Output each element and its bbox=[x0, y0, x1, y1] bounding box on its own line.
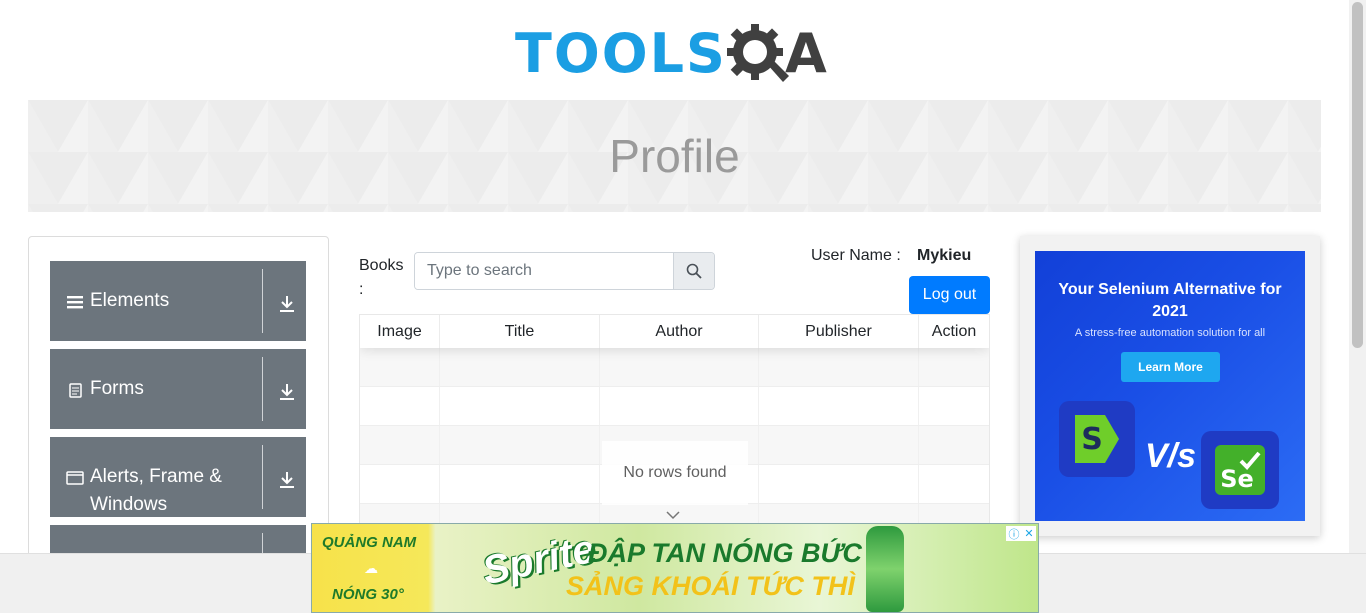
column-header-title[interactable]: Title bbox=[440, 315, 600, 348]
scrollbar[interactable] bbox=[1349, 0, 1366, 553]
search-button[interactable] bbox=[673, 253, 714, 289]
search-icon bbox=[686, 263, 702, 279]
window-icon bbox=[66, 471, 84, 485]
ad-location: QUẢNG NAM bbox=[322, 534, 417, 551]
sprite-bottle-image bbox=[866, 526, 904, 612]
menu-group-label: Elements bbox=[90, 290, 170, 311]
divider bbox=[262, 269, 263, 333]
ad-weather: NÓNG 30° bbox=[332, 586, 404, 603]
column-header-author[interactable]: Author bbox=[600, 315, 759, 348]
table-row bbox=[360, 387, 989, 426]
page-banner: Profile bbox=[28, 100, 1321, 212]
ad-subtitle: A stress-free automation solution for al… bbox=[1074, 327, 1266, 339]
s-logo-icon: S bbox=[1075, 415, 1119, 463]
ad-line-1: ĐẬP TAN NÓNG BỨC bbox=[588, 538, 862, 568]
download-arrow-icon bbox=[280, 472, 294, 488]
search-box bbox=[414, 252, 715, 290]
chevron-down-icon[interactable] bbox=[666, 508, 680, 522]
search-input[interactable] bbox=[415, 253, 674, 289]
gear-icon bbox=[727, 24, 789, 82]
download-arrow-icon bbox=[280, 384, 294, 400]
logo-tools-text: TOOLS bbox=[515, 22, 727, 85]
bottom-ad-banner[interactable]: QUẢNG NAM ☁ NÓNG 30° Sprite ĐẬP TAN NÓNG… bbox=[311, 523, 1039, 613]
close-icon[interactable]: ✕ bbox=[1024, 527, 1033, 540]
download-arrow-icon bbox=[280, 296, 294, 312]
left-panel: Elements Forms Alerts, Frame & Windows bbox=[28, 236, 329, 566]
svg-text:S: S bbox=[1081, 422, 1103, 457]
learn-more-button[interactable]: Learn More bbox=[1121, 352, 1220, 382]
info-icon[interactable]: ⓘ bbox=[1008, 526, 1019, 542]
cloud-icon: ☁ bbox=[364, 560, 378, 576]
username-label: User Name : bbox=[811, 247, 901, 264]
toolsqa-logo[interactable]: TOOLS A bbox=[515, 16, 840, 92]
menu-group-elements[interactable]: Elements bbox=[50, 261, 306, 341]
table-header: Image Title Author Publisher Action bbox=[360, 315, 989, 348]
books-table: Image Title Author Publisher Action No r… bbox=[359, 314, 990, 524]
page: TOOLS A Profile Elements Forms Alerts, F… bbox=[0, 0, 1366, 613]
page-title: Profile bbox=[609, 130, 740, 182]
table-row bbox=[360, 348, 989, 387]
username-value: Mykieu bbox=[917, 247, 972, 264]
column-header-publisher[interactable]: Publisher bbox=[759, 315, 919, 348]
menu-group-label: Forms bbox=[90, 378, 144, 399]
ad-vs-text: V/s bbox=[1145, 437, 1197, 475]
svg-text:Se: Se bbox=[1220, 465, 1254, 493]
right-ad[interactable]: Your Selenium Alternative for 2021 A str… bbox=[1035, 251, 1305, 521]
ad-left-logo: S bbox=[1059, 401, 1135, 477]
books-label: Books : bbox=[359, 257, 404, 298]
no-rows-message: No rows found bbox=[602, 441, 748, 505]
menu-group-alerts[interactable]: Alerts, Frame & Windows bbox=[50, 437, 306, 517]
logout-button[interactable]: Log out bbox=[909, 276, 990, 314]
scrollbar-thumb[interactable] bbox=[1352, 2, 1363, 348]
divider bbox=[262, 445, 263, 509]
ad-headline: Your Selenium Alternative for 2021 bbox=[1058, 281, 1282, 320]
column-header-image[interactable]: Image bbox=[360, 315, 440, 348]
ad-right-logo: Se bbox=[1201, 431, 1279, 509]
menu-group-label: Alerts, Frame & Windows bbox=[90, 466, 222, 515]
divider bbox=[262, 357, 263, 421]
hamburger-icon bbox=[67, 296, 83, 309]
column-header-action[interactable]: Action bbox=[919, 315, 989, 348]
document-icon bbox=[69, 383, 82, 398]
selenium-logo-icon: Se bbox=[1215, 445, 1265, 495]
menu-group-forms[interactable]: Forms bbox=[50, 349, 306, 429]
ad-line-2: SẢNG KHOÁI TỨC THÌ bbox=[566, 571, 855, 601]
adchoices-icon[interactable]: ⓘ ✕ bbox=[1006, 526, 1036, 541]
